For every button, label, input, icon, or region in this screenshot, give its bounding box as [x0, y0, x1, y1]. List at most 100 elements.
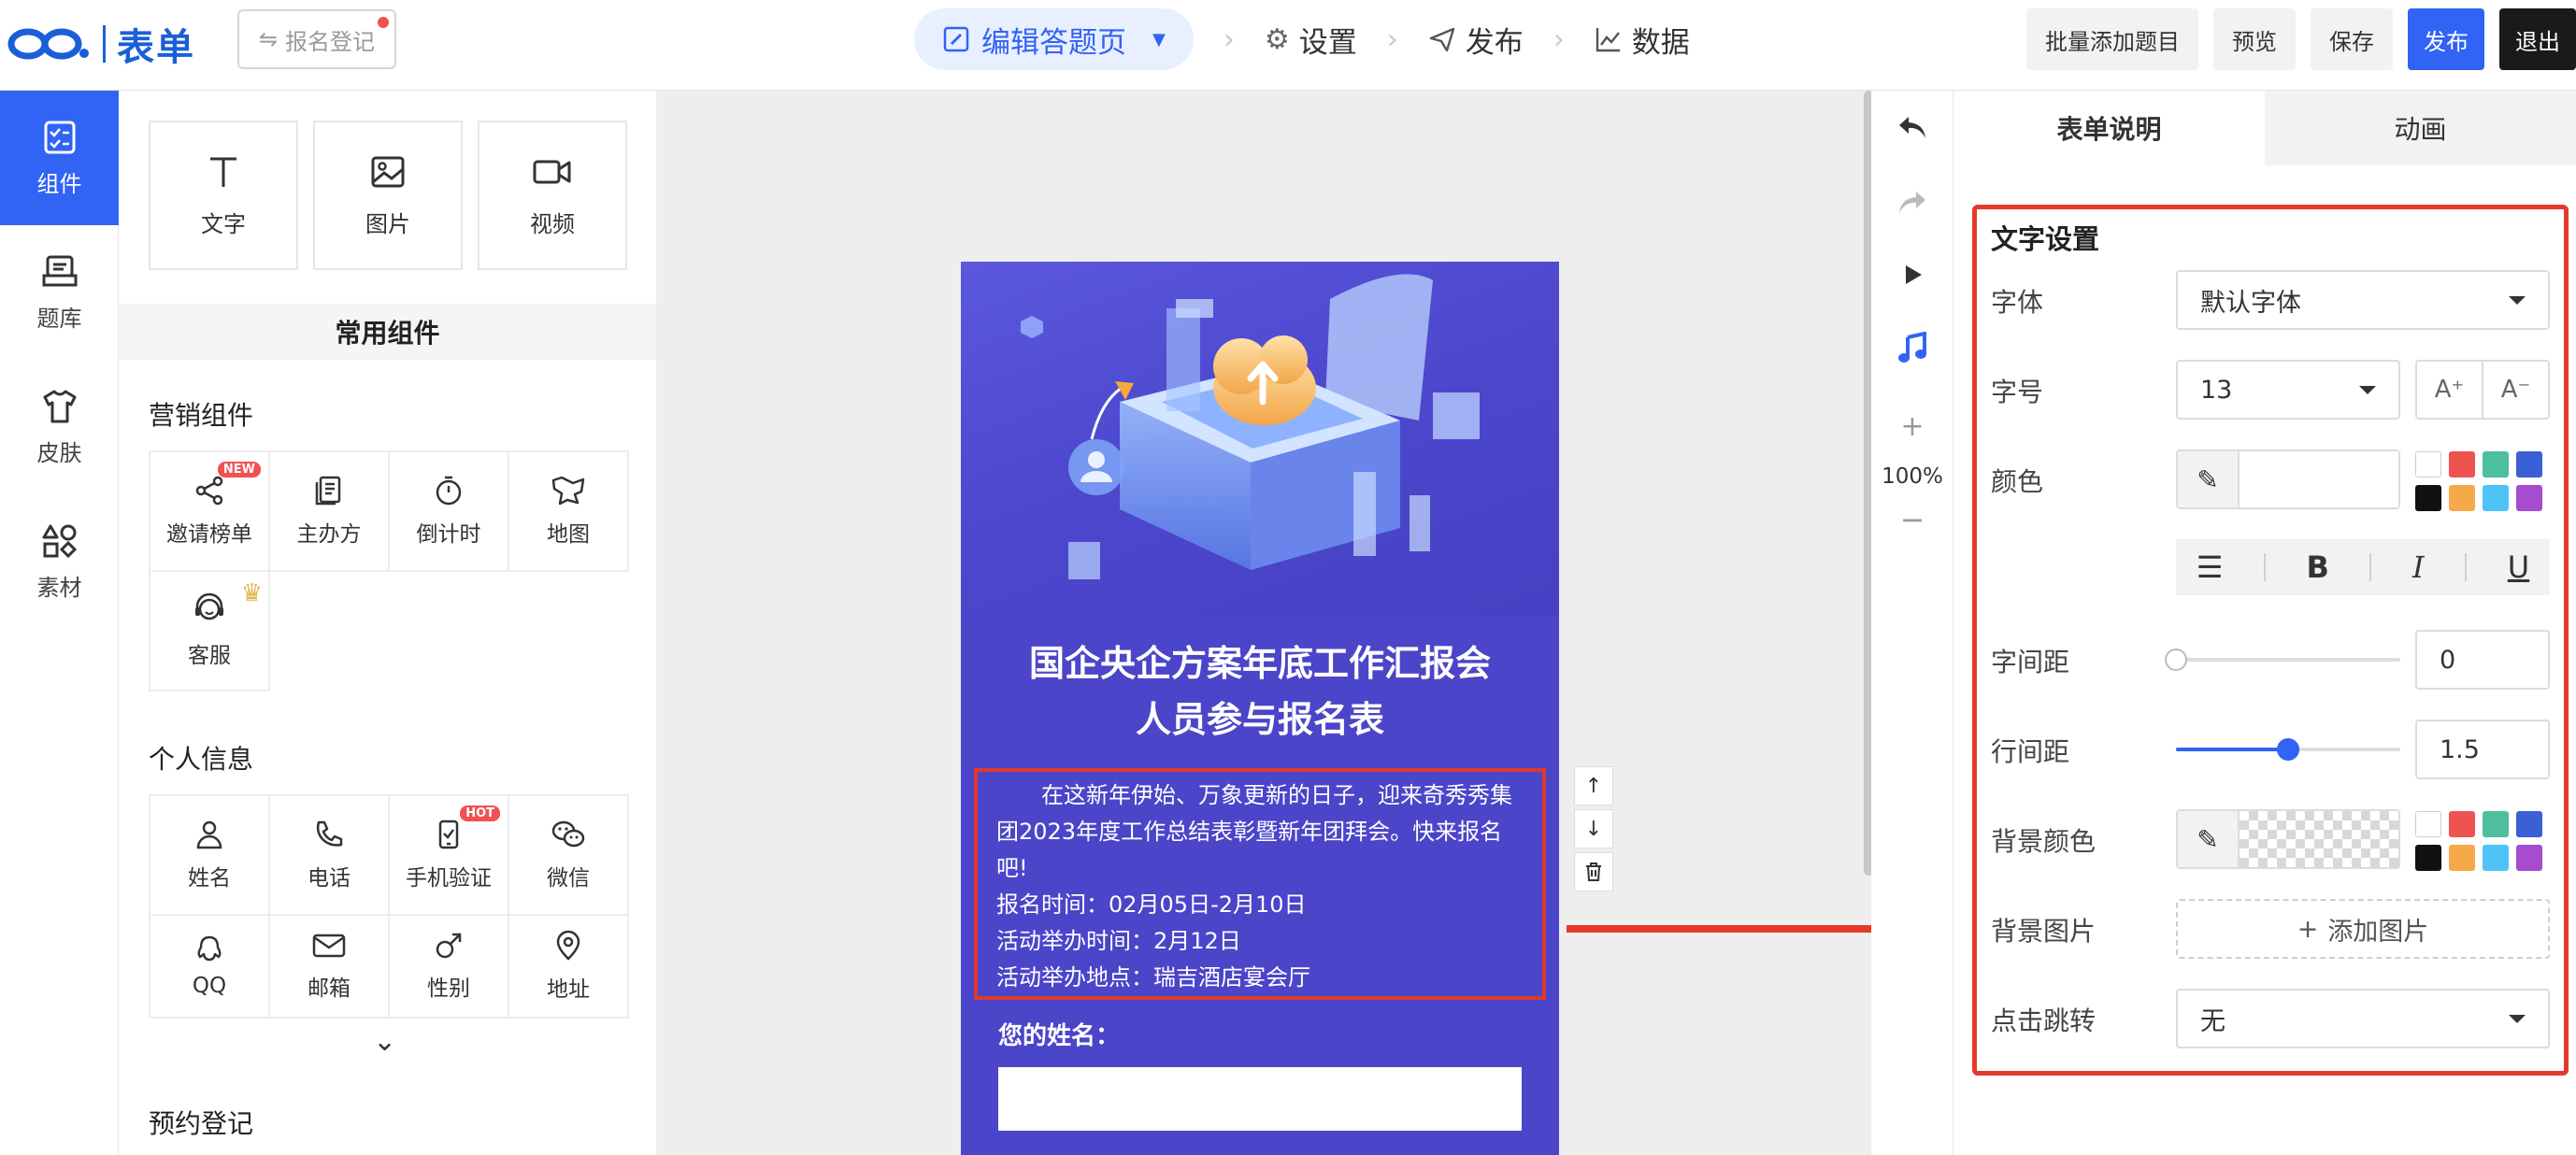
map-icon — [551, 476, 585, 506]
form-description-selected[interactable]: 在这新年伊始、万象更新的日子，迎来奇秀秀集团2023年度工作总结表彰暨新年团拜会… — [974, 768, 1546, 1000]
description-event-location: 活动举办地点：瑞吉酒店宴会厅 — [996, 964, 1310, 991]
step-data[interactable]: 数据 — [1595, 19, 1690, 61]
letter-spacing-input[interactable]: 0 — [2415, 630, 2550, 690]
line-height-label: 行间距 — [1991, 736, 2070, 767]
color-swatch[interactable] — [2516, 485, 2542, 511]
color-swatch[interactable] — [2449, 811, 2475, 837]
component-name[interactable]: 姓名 — [150, 796, 270, 916]
color-swatch[interactable] — [2483, 811, 2509, 837]
music-icon[interactable] — [1871, 332, 1953, 365]
align-icon[interactable]: ☰ — [2197, 549, 2224, 585]
slider-knob[interactable] — [2277, 738, 2299, 761]
nav-item-skin[interactable]: 皮肤 — [0, 360, 119, 494]
undo-icon[interactable] — [1871, 111, 1953, 145]
slider-knob[interactable] — [2165, 649, 2187, 671]
nav-item-question-bank[interactable]: 题库 — [0, 225, 119, 360]
component-label: 图片 — [365, 210, 410, 237]
step-publish[interactable]: 发布 — [1428, 19, 1524, 61]
bg-color-picker[interactable]: ✎ — [2176, 809, 2400, 869]
font-size-buttons: A⁺ A⁻ — [2415, 360, 2550, 420]
color-swatch[interactable] — [2415, 451, 2441, 478]
transparent-swatch[interactable] — [2240, 811, 2398, 867]
preview-button[interactable]: 预览 — [2213, 8, 2296, 70]
letter-spacing-slider[interactable] — [2165, 649, 2400, 671]
nav-item-material[interactable]: 素材 — [0, 494, 119, 629]
crown-icon: ♛ — [240, 579, 263, 607]
person-icon — [196, 820, 222, 849]
color-swatch[interactable] — [2483, 451, 2509, 478]
decrease-font-button[interactable]: A⁻ — [2483, 362, 2548, 418]
zoom-in-icon[interactable]: + — [1871, 410, 1953, 443]
form-name-box[interactable]: ⇋ 报名登记 — [237, 9, 396, 69]
underline-icon[interactable]: U — [2508, 549, 2529, 585]
color-swatch[interactable] — [2516, 451, 2542, 478]
color-swatch[interactable] — [2415, 485, 2441, 511]
color-swatch[interactable] — [2516, 845, 2542, 871]
play-icon[interactable] — [1871, 261, 1953, 289]
color-swatch[interactable] — [2483, 485, 2509, 511]
color-swatch[interactable] — [2415, 845, 2441, 871]
color-swatch[interactable] — [2449, 485, 2475, 511]
swap-icon: ⇋ — [258, 26, 279, 52]
component-qq[interactable]: QQ — [150, 916, 270, 1019]
redo-icon[interactable] — [1871, 186, 1953, 220]
component-gender[interactable]: 性别 — [390, 916, 509, 1019]
color-swatch[interactable] — [2449, 451, 2475, 478]
appointment-group-title: 预约登记 — [149, 1108, 254, 1139]
caret-down-icon — [2509, 1014, 2526, 1023]
component-text[interactable]: 文字 — [149, 121, 298, 270]
line-height-slider[interactable] — [2176, 738, 2400, 761]
component-video[interactable]: 视频 — [478, 121, 627, 270]
publish-button[interactable]: 发布 — [2408, 8, 2484, 70]
step-settings[interactable]: ⚙ 设置 — [1265, 19, 1357, 61]
line-height-input[interactable]: 1.5 — [2415, 720, 2550, 779]
color-swatch[interactable] — [2483, 845, 2509, 871]
expand-chevron-icon[interactable]: ⌄ — [373, 1025, 396, 1058]
component-phone[interactable]: 电话 — [270, 796, 390, 916]
component-label: 邮箱 — [308, 977, 351, 1001]
color-swatch[interactable] — [2449, 845, 2475, 871]
add-image-button[interactable]: + 添加图片 — [2176, 899, 2550, 959]
component-email[interactable]: 邮箱 — [270, 916, 390, 1019]
eyedropper-icon[interactable]: ✎ — [2178, 811, 2240, 867]
step-edit[interactable]: 编辑答题页 ▼ — [914, 8, 1194, 70]
component-address[interactable]: 地址 — [509, 916, 629, 1019]
name-input[interactable] — [998, 1067, 1522, 1131]
text-color-picker[interactable]: ✎ — [2176, 449, 2400, 509]
zoom-out-icon[interactable]: − — [1871, 502, 1953, 537]
component-countdown[interactable]: 倒计时 — [390, 452, 509, 572]
color-swatch[interactable] — [2415, 811, 2441, 837]
current-color-swatch[interactable] — [2240, 451, 2398, 507]
bold-icon[interactable]: B — [2307, 549, 2329, 585]
component-mobile-verify[interactable]: HOT 手机验证 — [390, 796, 509, 916]
exit-button[interactable]: 退出 — [2499, 8, 2576, 70]
component-map[interactable]: 地图 — [509, 452, 629, 572]
move-up-icon[interactable]: ↑ — [1574, 766, 1613, 806]
font-select[interactable]: 默认字体 — [2176, 270, 2550, 330]
component-invite-ranking[interactable]: NEW 邀请榜单 — [150, 452, 270, 572]
properties-tabs: 表单说明 动画 — [1953, 91, 2576, 165]
color-swatch[interactable] — [2516, 811, 2542, 837]
nav-item-components[interactable]: 组件 — [0, 91, 132, 225]
batch-add-button[interactable]: 批量添加题目 — [2026, 8, 2198, 70]
increase-font-button[interactable]: A⁺ — [2417, 362, 2483, 418]
component-wechat[interactable]: 微信 — [509, 796, 629, 916]
italic-icon[interactable]: I — [2412, 549, 2425, 585]
gender-icon — [436, 933, 462, 959]
step-settings-label: 设置 — [1298, 25, 1357, 60]
component-image[interactable]: 图片 — [313, 121, 463, 270]
logo[interactable]: 表单 — [7, 17, 195, 71]
delete-icon[interactable] — [1574, 852, 1613, 891]
component-customer-service[interactable]: ♛ 客服 — [150, 572, 270, 692]
tab-animation[interactable]: 动画 — [2265, 91, 2576, 165]
gear-icon: ⚙ — [1264, 22, 1290, 56]
component-label: 地图 — [547, 522, 590, 547]
save-button[interactable]: 保存 — [2311, 8, 2393, 70]
component-organizer[interactable]: 主办方 — [270, 452, 390, 572]
font-size-select[interactable]: 13 — [2176, 360, 2400, 420]
eyedropper-icon[interactable]: ✎ — [2178, 451, 2240, 507]
tab-form-description[interactable]: 表单说明 — [1953, 91, 2265, 165]
move-down-icon[interactable]: ↓ — [1574, 809, 1613, 848]
click-jump-select[interactable]: 无 — [2176, 989, 2550, 1048]
form-title[interactable]: 国企央企方案年底工作汇报会 人员参与报名表 — [961, 635, 1559, 748]
